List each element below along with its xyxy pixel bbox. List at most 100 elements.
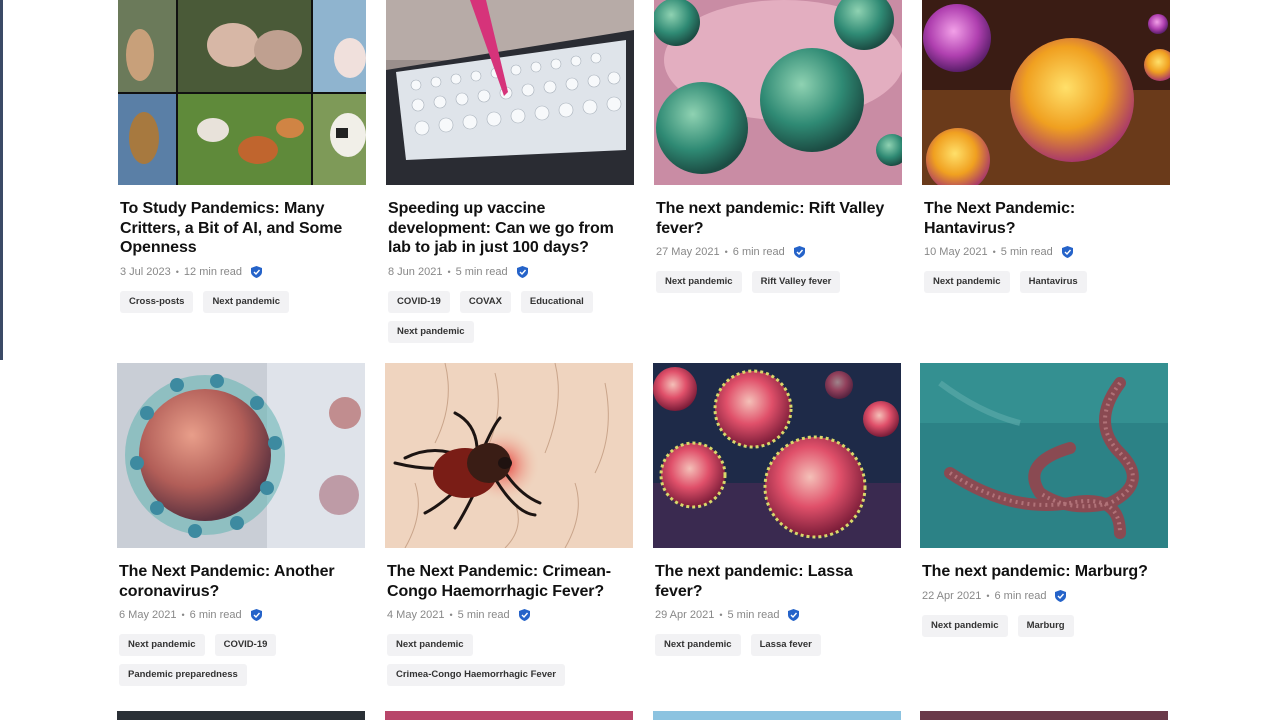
tag-chip[interactable]: Cross-posts [120, 290, 194, 313]
tag-chip[interactable]: Next pandemic [388, 320, 474, 343]
article-card[interactable]: The Next Pandemic: Crimean-Congo Haemorr… [385, 363, 633, 686]
article-card[interactable]: Speeding up vaccine development: Can we … [386, 0, 634, 343]
meta-separator: • [181, 610, 185, 620]
tag-chip[interactable]: Next pandemic [655, 634, 741, 656]
article-tags: Next pandemic COVID-19 Pandemic prepared… [119, 634, 365, 686]
tag-chip[interactable]: Crimea-Congo Haemorrhagic Fever [387, 664, 565, 686]
article-card[interactable]: To Study Pandemics: Many Critters, a Bit… [118, 0, 366, 313]
article-read-time: 12 min read [183, 265, 243, 278]
article-card-partial[interactable] [653, 711, 901, 720]
article-thumbnail[interactable] [117, 711, 365, 720]
tag-chip[interactable]: Next pandemic [656, 271, 742, 293]
tag-chip[interactable]: Next pandemic [203, 290, 290, 313]
article-meta: 29 Apr 2021 • 5 min read [655, 609, 901, 621]
tag-chip[interactable]: COVID-19 [214, 634, 277, 656]
article-grid: To Study Pandemics: Many Critters, a Bit… [0, 0, 1280, 720]
article-title[interactable]: The Next Pandemic: Another coronavirus? [119, 562, 365, 601]
article-title[interactable]: The next pandemic: Lassa fever? [655, 562, 901, 601]
article-date: 27 May 2021 [656, 246, 720, 258]
article-tags: Cross-posts Next pandemic [120, 290, 366, 313]
article-meta: 10 May 2021 • 5 min read [924, 246, 1170, 258]
article-thumbnail[interactable] [386, 0, 634, 185]
lab-pipette-plate-image [386, 0, 634, 185]
article-date: 22 Apr 2021 [922, 589, 982, 602]
article-thumbnail[interactable] [653, 711, 901, 720]
article-tags: COVID-19 COVAX Educational Next pandemic [388, 290, 634, 343]
meta-separator: • [447, 266, 451, 277]
article-tags: Next pandemic Marburg [922, 614, 1168, 637]
article-meta: 22 Apr 2021 • 6 min read [922, 589, 1168, 602]
article-tags: Next pandemic Hantavirus [924, 271, 1170, 293]
article-thumbnail[interactable] [920, 363, 1168, 548]
article-meta: 3 Jul 2023 • 12 min read [120, 265, 366, 278]
article-date: 29 Apr 2021 [655, 609, 715, 621]
article-read-time: 5 min read [727, 609, 780, 621]
article-thumbnail[interactable] [117, 363, 365, 548]
article-tags: Next pandemic Lassa fever [655, 634, 901, 656]
article-title[interactable]: Speeding up vaccine development: Can we … [388, 199, 634, 258]
article-thumbnail[interactable] [920, 711, 1168, 720]
tag-chip[interactable]: COVID-19 [388, 290, 450, 313]
article-title[interactable]: The next pandemic: Rift Valley fever? [656, 199, 902, 238]
filovirus-image [920, 363, 1168, 548]
tag-chip[interactable]: Hantavirus [1019, 271, 1087, 293]
article-title[interactable]: The Next Pandemic: Crimean-Congo Haemorr… [387, 562, 633, 601]
meta-separator: • [175, 266, 179, 277]
tag-chip[interactable]: Next pandemic [922, 614, 1008, 637]
tick-on-skin-image [385, 363, 633, 548]
article-meta: 6 May 2021 • 6 min read [119, 609, 365, 621]
article-date: 8 Jun 2021 [388, 265, 443, 278]
article-title[interactable]: The next pandemic: Marburg? [922, 562, 1168, 582]
article-card[interactable]: The Next Pandemic: Another coronavirus? … [117, 363, 365, 686]
article-thumbnail[interactable] [118, 0, 366, 185]
meta-separator: • [986, 590, 990, 601]
article-thumbnail[interactable] [922, 0, 1170, 185]
article-thumbnail[interactable] [654, 0, 902, 185]
article-title[interactable]: The Next Pandemic: Hantavirus? [924, 199, 1170, 238]
verified-badge-icon [788, 609, 800, 621]
tag-chip[interactable]: Next pandemic [387, 634, 473, 656]
red-virus-particles-image [653, 363, 901, 548]
tag-chip[interactable]: Pandemic preparedness [119, 664, 247, 686]
meta-separator: • [992, 247, 996, 257]
verified-badge-icon [250, 609, 262, 621]
article-date: 4 May 2021 [387, 609, 445, 621]
tag-chip[interactable]: Marburg [1017, 614, 1074, 637]
article-read-time: 5 min read [1000, 246, 1053, 258]
article-thumbnail[interactable] [653, 363, 901, 548]
article-meta: 4 May 2021 • 5 min read [387, 609, 633, 621]
article-card[interactable]: The next pandemic: Rift Valley fever? 27… [654, 0, 902, 293]
tag-chip[interactable]: Next pandemic [119, 634, 205, 656]
article-read-time: 5 min read [457, 609, 510, 621]
article-date: 3 Jul 2023 [120, 265, 171, 278]
article-read-time: 6 min read [994, 589, 1047, 602]
verified-badge-icon [518, 609, 530, 621]
meta-separator: • [724, 247, 728, 257]
article-thumbnail[interactable] [385, 363, 633, 548]
article-card[interactable]: The Next Pandemic: Hantavirus? 10 May 20… [922, 0, 1170, 293]
verified-badge-icon [793, 246, 805, 258]
tag-chip[interactable]: COVAX [459, 290, 511, 313]
article-tags: Next pandemic Crimea-Congo Haemorrhagic … [387, 634, 633, 686]
article-thumbnail[interactable] [385, 711, 633, 720]
article-meta: 27 May 2021 • 6 min read [656, 246, 902, 258]
verified-badge-icon [1055, 589, 1067, 602]
article-title[interactable]: To Study Pandemics: Many Critters, a Bit… [120, 199, 366, 258]
article-card[interactable]: The next pandemic: Lassa fever? 29 Apr 2… [653, 363, 901, 656]
article-tags: Next pandemic Rift Valley fever [656, 271, 902, 293]
article-card[interactable]: The next pandemic: Marburg? 22 Apr 2021 … [920, 363, 1168, 637]
article-date: 6 May 2021 [119, 609, 177, 621]
verified-badge-icon [516, 265, 528, 278]
article-meta: 8 Jun 2021 • 5 min read [388, 265, 634, 278]
verified-badge-icon [251, 265, 263, 278]
tag-chip[interactable]: Lassa fever [750, 634, 821, 656]
tag-chip[interactable]: Next pandemic [924, 271, 1010, 293]
green-virus-particles-image [654, 0, 902, 185]
tag-chip[interactable]: Educational [520, 290, 593, 313]
tag-chip[interactable]: Rift Valley fever [751, 271, 841, 293]
article-card-partial[interactable] [117, 711, 365, 720]
orange-virus-particles-image [922, 0, 1170, 185]
article-card-partial[interactable] [920, 711, 1168, 720]
article-date: 10 May 2021 [924, 246, 988, 258]
article-card-partial[interactable] [385, 711, 633, 720]
